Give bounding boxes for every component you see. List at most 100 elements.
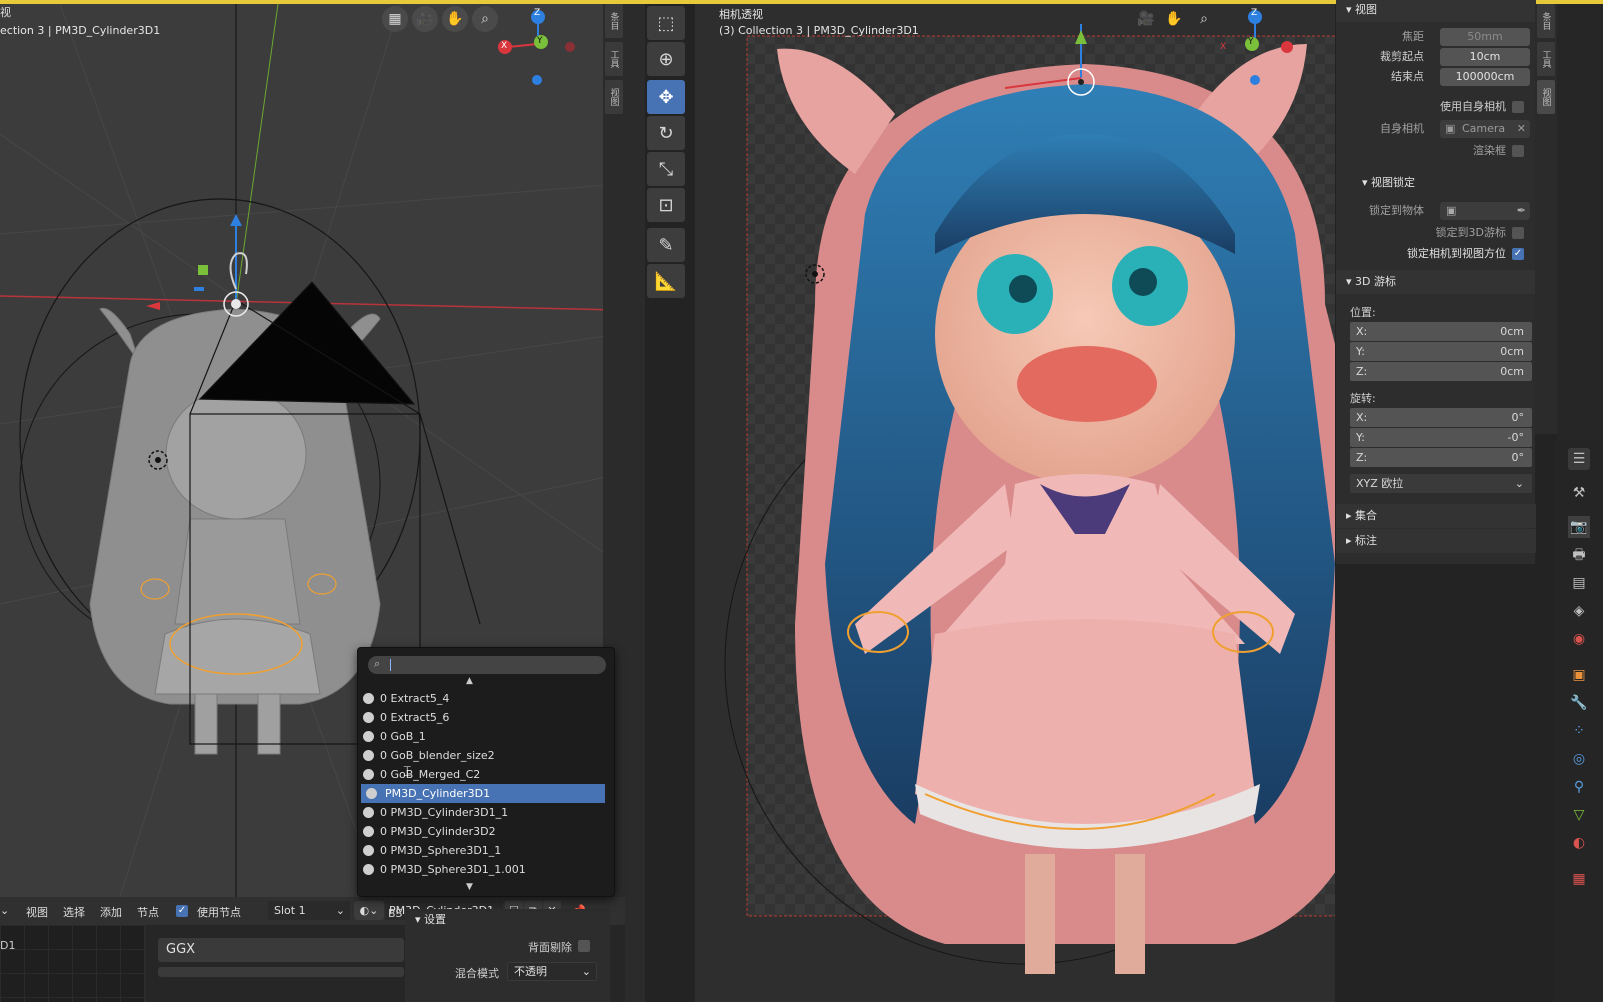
cursor-rot-x[interactable]: X: 0°: [1350, 408, 1532, 427]
object-data-icon[interactable]: ▽: [1568, 804, 1590, 826]
physics-icon[interactable]: ◎: [1568, 748, 1590, 770]
editor-type-icon[interactable]: ☰: [1568, 448, 1590, 470]
zoom-icon[interactable]: ⌕: [472, 6, 498, 32]
rotate-tool-icon[interactable]: ↻: [647, 116, 685, 150]
camera-view-icon[interactable]: 🎥: [1133, 6, 1159, 32]
lock-cursor-checkbox[interactable]: [1512, 227, 1524, 239]
material-item[interactable]: 0 GoB_Merged_C2: [358, 765, 616, 784]
tab-item-right[interactable]: 条目: [1537, 4, 1555, 38]
modifier-properties-icon[interactable]: 🔧: [1568, 692, 1590, 714]
material-item[interactable]: 0 Extract5_4: [358, 689, 616, 708]
transform-tool-icon[interactable]: ⊡: [647, 188, 685, 222]
measure-tool-icon[interactable]: 📐: [647, 264, 685, 298]
menu-node[interactable]: 节点: [137, 904, 159, 920]
object-properties-icon[interactable]: ▣: [1568, 664, 1590, 686]
gizmo-z-label-right: Z: [1251, 8, 1258, 18]
view-lock-header[interactable]: ▾ 视图锁定: [1336, 174, 1536, 194]
use-nodes-checkbox[interactable]: ✓: [176, 905, 188, 917]
render-properties-icon[interactable]: 📷: [1568, 516, 1590, 538]
left-viewport-mode-label: 视: [0, 6, 11, 19]
scroll-down-arrow-icon[interactable]: ▼: [466, 882, 473, 892]
particles-icon[interactable]: ⁘: [1568, 720, 1590, 742]
menu-select[interactable]: 选择: [63, 904, 85, 920]
view-layer-icon[interactable]: ▤: [1568, 572, 1590, 594]
menu-add[interactable]: 添加: [100, 904, 122, 920]
material-search-input[interactable]: ⌕: [368, 656, 606, 674]
eyedropper-icon[interactable]: ✒: [1517, 202, 1526, 220]
tab-view-right[interactable]: 视图: [1537, 80, 1555, 114]
camera-viewport-header: (3) Collection 3 | PM3D_Cylinder3D1: [719, 24, 919, 37]
move-tool-icon[interactable]: ✥: [647, 80, 685, 114]
texture-properties-icon[interactable]: ▦: [1568, 868, 1590, 890]
constraints-icon[interactable]: ⚲: [1568, 776, 1590, 798]
node-editor-canvas[interactable]: D1 GGX BS ▾ 设置 背面剔除 混合模式 不透明 ⌄: [0, 907, 625, 1002]
backface-culling-checkbox[interactable]: [578, 940, 590, 952]
material-item[interactable]: 0 GoB_1: [358, 727, 616, 746]
cursor-loc-z[interactable]: Z: 0cm: [1350, 362, 1532, 381]
material-item[interactable]: 0 Extract5_6: [358, 708, 616, 727]
camera-viewport[interactable]: 相机透视 (3) Collection 3 | PM3D_Cylinder3D1…: [695, 4, 1335, 1002]
material-item-selected[interactable]: PM3D_Cylinder3D1: [361, 784, 605, 803]
annotation-title: 标注: [1355, 534, 1378, 547]
toggle-quad-view-icon[interactable]: ▦: [382, 6, 408, 32]
area-divider[interactable]: [625, 4, 645, 1002]
collection-section-header[interactable]: ▸ 集合: [1336, 504, 1536, 528]
navigation-gizmo[interactable]: [498, 10, 575, 85]
editor-type-chevron-icon[interactable]: ⌄: [0, 904, 9, 917]
clip-end-field[interactable]: 100000cm: [1440, 68, 1530, 86]
pan-hand-icon[interactable]: ✋: [1161, 6, 1187, 32]
cursor-rot-z[interactable]: Z: 0°: [1350, 448, 1532, 467]
local-camera-label: 使用自身相机: [1440, 100, 1506, 113]
material-item[interactable]: 0 PM3D_Cylinder3D1_1: [358, 803, 616, 822]
blend-mode-select[interactable]: 不透明 ⌄: [507, 962, 597, 981]
lock-camera-checkbox[interactable]: ✓: [1512, 248, 1524, 260]
scale-tool-icon[interactable]: ⤡: [647, 152, 685, 186]
material-item[interactable]: 0 PM3D_Cylinder3D2: [358, 822, 616, 841]
local-camera-checkbox[interactable]: [1512, 101, 1524, 113]
render-region-checkbox[interactable]: [1512, 145, 1524, 157]
scroll-up-arrow-icon[interactable]: ▲: [466, 676, 473, 686]
3d-cursor-header[interactable]: ▾ 3D 游标: [1336, 270, 1536, 294]
rotation-mode-value: XYZ 欧拉: [1356, 477, 1404, 490]
tab-tool[interactable]: 工具: [605, 42, 623, 76]
annotate-tool-icon[interactable]: ✎: [647, 228, 685, 262]
clip-start-field[interactable]: 10cm: [1440, 48, 1530, 66]
annotation-section-header[interactable]: ▸ 标注: [1336, 529, 1536, 553]
settings-title: 设置: [424, 913, 447, 926]
camera-view-icon[interactable]: 🎥: [412, 6, 438, 32]
subsurface-method-select[interactable]: [158, 967, 404, 977]
cursor-loc-x[interactable]: X: 0cm: [1350, 322, 1532, 341]
material-browse-icon[interactable]: ◐⌄: [354, 901, 384, 920]
focal-length-field[interactable]: 50mm: [1440, 28, 1530, 46]
view-section-header[interactable]: ▾ 视图: [1336, 0, 1536, 22]
output-properties-icon[interactable]: 🖶: [1568, 544, 1590, 566]
material-item[interactable]: 0 GoB_blender_size2: [358, 746, 616, 765]
material-properties-icon[interactable]: ◐: [1568, 832, 1590, 854]
world-properties-icon[interactable]: ◉: [1568, 628, 1590, 650]
distribution-select[interactable]: GGX: [158, 938, 404, 962]
material-slot-select[interactable]: Slot 1 ⌄: [268, 901, 350, 920]
camera-field[interactable]: Camera ✕ ▣: [1440, 120, 1530, 138]
tab-tool-right[interactable]: 工具: [1537, 42, 1555, 76]
tool-settings-icon[interactable]: ⚒: [1568, 482, 1590, 504]
left-viewport-header: ection 3 | PM3D_Cylinder3D1: [0, 24, 161, 37]
zoom-icon[interactable]: ⌕: [1191, 6, 1217, 32]
cursor-rot-y[interactable]: Y: -0°: [1350, 428, 1532, 447]
right-sidebar-tabs: 条目 工具 视图: [1535, 4, 1557, 434]
scene-properties-icon[interactable]: ◈: [1568, 600, 1590, 622]
pan-hand-icon[interactable]: ✋: [442, 6, 468, 32]
rot-x-value: 0°: [1511, 411, 1525, 424]
menu-view[interactable]: 视图: [26, 904, 48, 920]
material-item[interactable]: 0 PM3D_Sphere3D1_1: [358, 841, 616, 860]
cursor-tool-icon[interactable]: ⊕: [647, 42, 685, 76]
select-box-tool-icon[interactable]: ⬚: [647, 6, 685, 40]
settings-header[interactable]: ▾ 设置: [415, 911, 446, 927]
cursor-loc-y[interactable]: Y: 0cm: [1350, 342, 1532, 361]
tab-view[interactable]: 视图: [605, 80, 623, 114]
blend-mode-value: 不透明: [514, 965, 547, 978]
lock-object-field[interactable]: ▣ ✒: [1440, 202, 1530, 220]
material-item[interactable]: 0 PM3D_Sphere3D1_1.001: [358, 860, 616, 879]
rotation-mode-select[interactable]: XYZ 欧拉 ⌄: [1350, 474, 1532, 493]
clear-camera-icon[interactable]: ✕: [1517, 120, 1526, 138]
tab-item[interactable]: 条目: [605, 4, 623, 38]
